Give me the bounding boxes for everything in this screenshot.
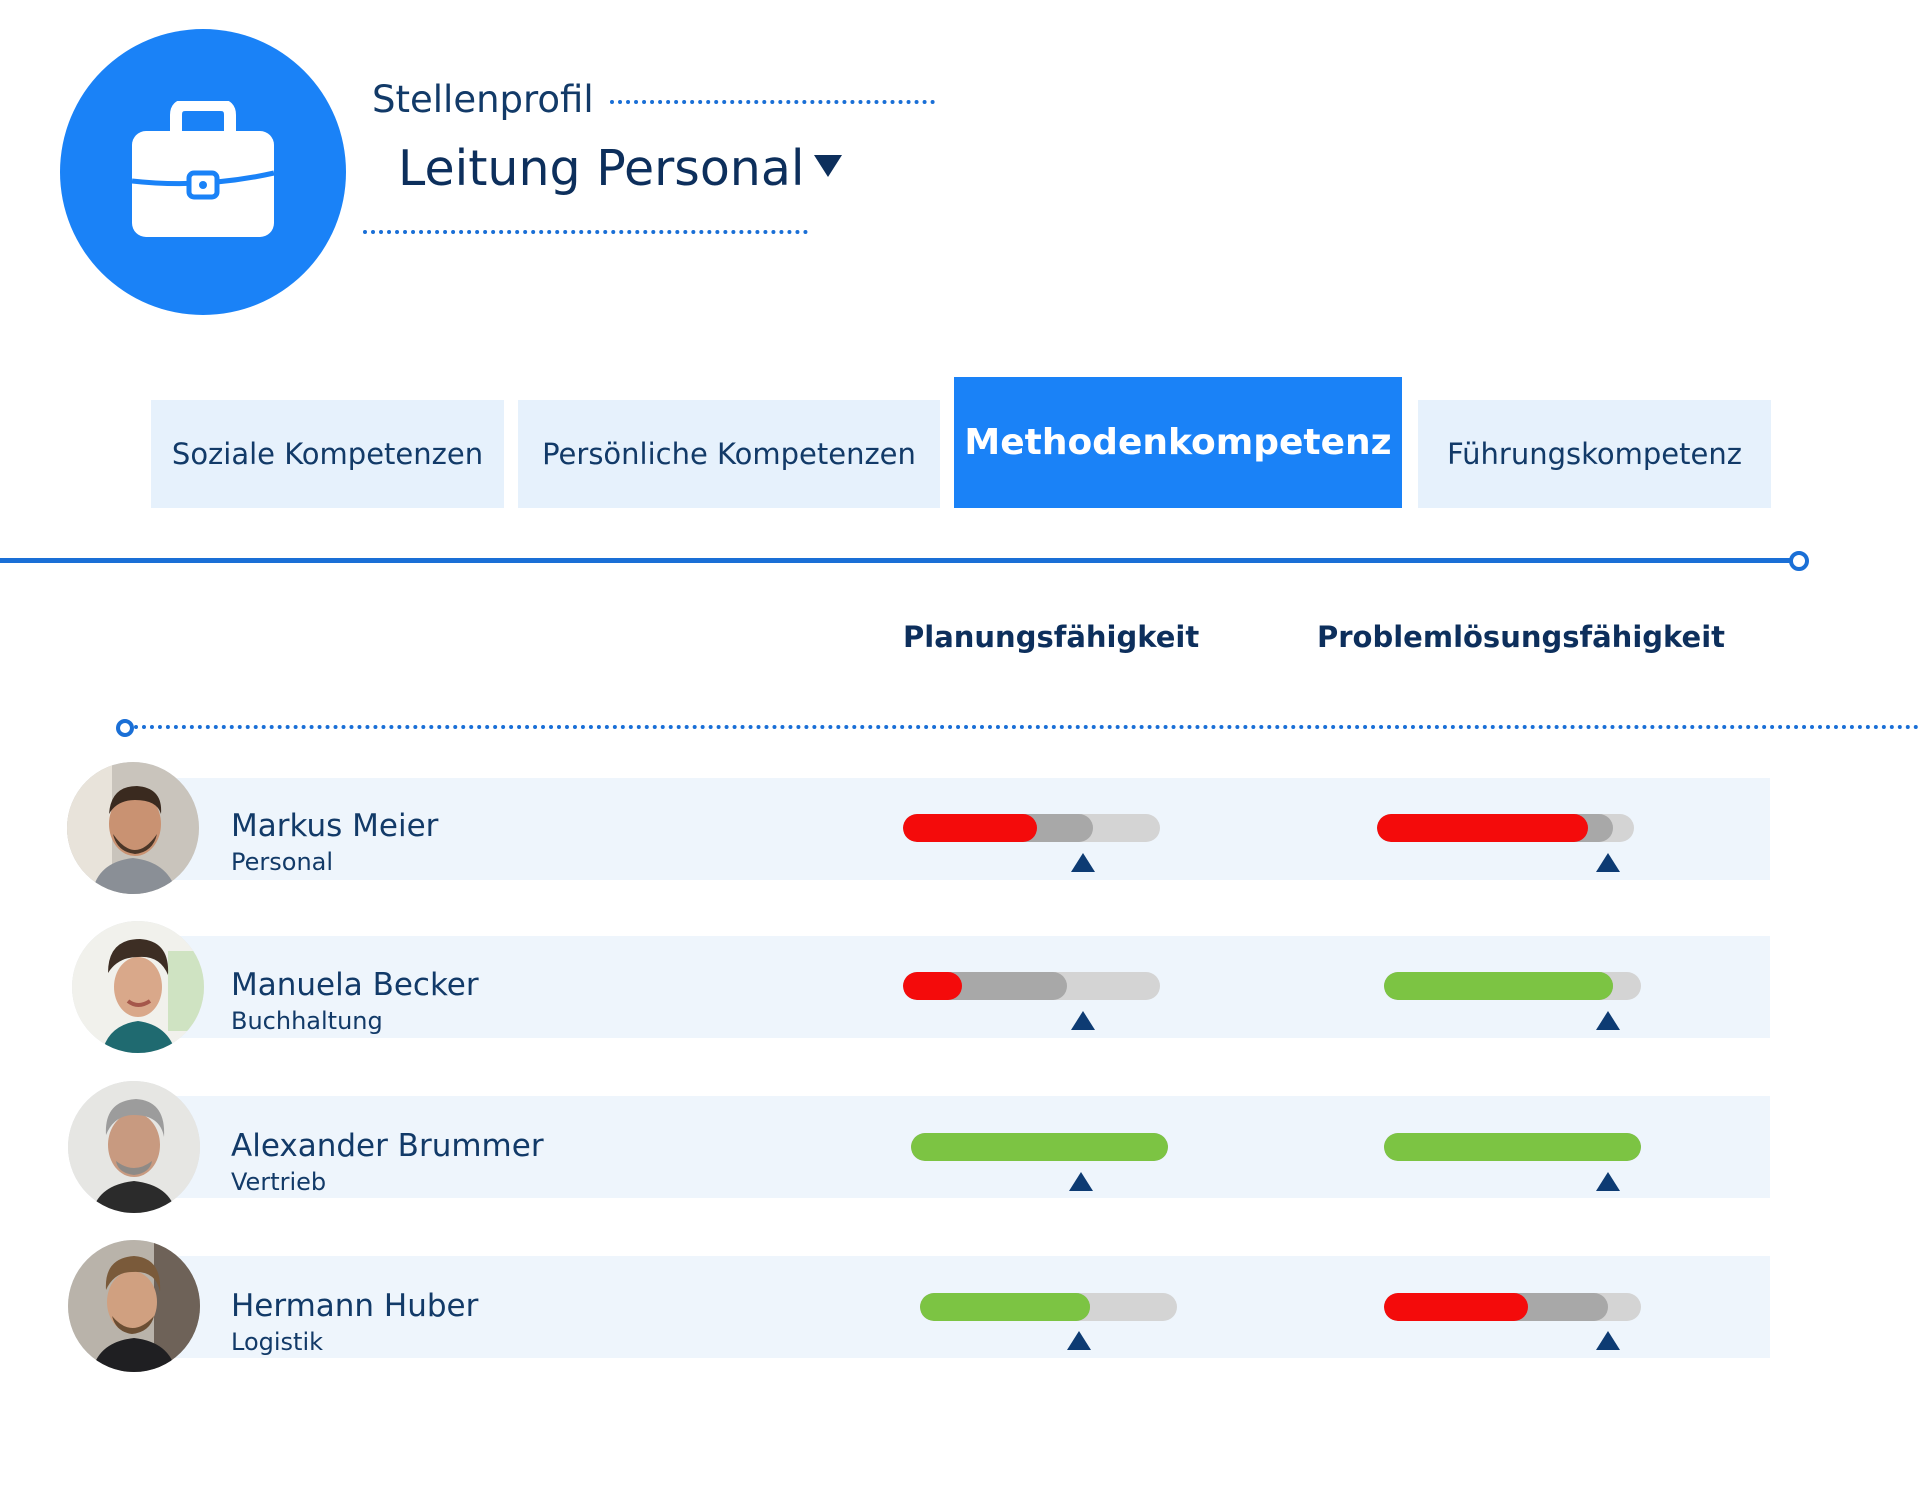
tab-fuehrungskompetenz[interactable]: Führungskompetenz bbox=[1418, 400, 1771, 508]
avatar bbox=[68, 1240, 200, 1372]
avatar bbox=[67, 762, 199, 894]
employee-name: Manuela Becker bbox=[231, 967, 479, 1003]
chevron-down-icon[interactable] bbox=[814, 155, 842, 177]
divider bbox=[610, 100, 935, 104]
column-header-planungsfaehigkeit: Planungsfähigkeit bbox=[903, 620, 1200, 654]
target-marker-icon bbox=[1070, 1011, 1095, 1030]
employee-department: Buchhaltung bbox=[231, 1007, 383, 1035]
employee-department: Vertrieb bbox=[231, 1168, 327, 1196]
score-bar bbox=[920, 1293, 1177, 1321]
target-marker-icon bbox=[1595, 1331, 1620, 1350]
employee-name: Hermann Huber bbox=[231, 1288, 479, 1324]
target-marker-icon bbox=[1596, 853, 1621, 872]
tab-methodenkompetenz[interactable]: Methodenkompetenz bbox=[954, 377, 1402, 508]
target-marker-icon bbox=[1067, 1331, 1092, 1350]
employee-name: Markus Meier bbox=[231, 808, 439, 844]
score-bar bbox=[903, 814, 1160, 842]
score-bar bbox=[1384, 1293, 1641, 1321]
avatar bbox=[72, 921, 204, 1053]
briefcase-icon bbox=[131, 101, 275, 237]
score-bar bbox=[903, 972, 1160, 1000]
column-header-problemloesungsfaehigkeit: Problemlösungsfähigkeit bbox=[1317, 620, 1726, 654]
profile-logo bbox=[60, 29, 346, 315]
tab-persoenliche-kompetenzen[interactable]: Persönliche Kompetenzen bbox=[518, 400, 940, 508]
target-marker-icon bbox=[1070, 853, 1095, 872]
score-bar bbox=[911, 1133, 1168, 1161]
tab-underline bbox=[0, 558, 1790, 563]
job-profile-select[interactable]: Leitung Personal bbox=[398, 140, 805, 197]
target-marker-icon bbox=[1068, 1172, 1093, 1191]
score-bar bbox=[1384, 1133, 1641, 1161]
list-start-marker bbox=[116, 719, 134, 737]
avatar bbox=[68, 1081, 200, 1213]
score-bar bbox=[1377, 814, 1634, 842]
score-bar bbox=[1384, 972, 1641, 1000]
target-marker-icon bbox=[1595, 1011, 1620, 1030]
target-marker-icon bbox=[1595, 1172, 1620, 1191]
employee-name: Alexander Brummer bbox=[231, 1128, 544, 1164]
employee-department: Logistik bbox=[231, 1328, 324, 1356]
divider bbox=[363, 230, 808, 234]
line-end-marker bbox=[1789, 551, 1809, 571]
employee-department: Personal bbox=[231, 848, 334, 876]
profile-label: Stellenprofil bbox=[372, 78, 594, 121]
tab-soziale-kompetenzen[interactable]: Soziale Kompetenzen bbox=[151, 400, 504, 508]
divider bbox=[134, 725, 1920, 729]
